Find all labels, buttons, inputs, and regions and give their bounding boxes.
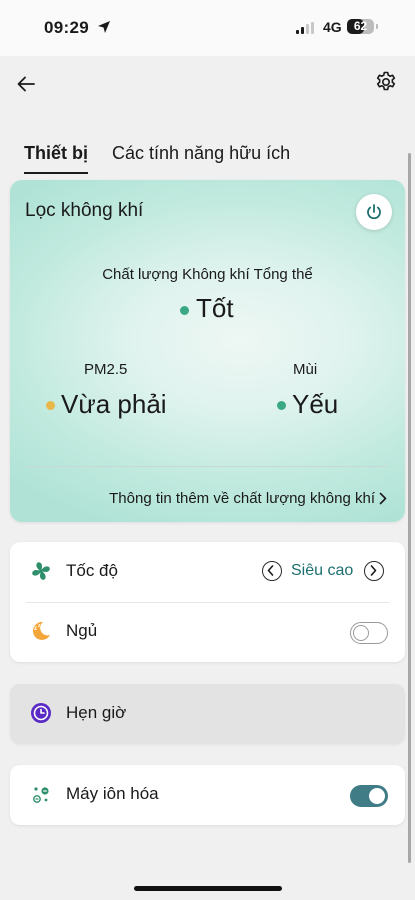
battery-cap: [376, 24, 378, 29]
odor-label: Mùi: [293, 361, 318, 378]
toggle-knob: [353, 624, 369, 641]
air-quality-card: Lọc không khí Chất lượng Không khí Tổng …: [10, 180, 405, 522]
timer-card[interactable]: Hẹn giờ: [10, 684, 405, 744]
tab-devices[interactable]: Thiết bị: [24, 142, 88, 174]
network-type: 4G: [323, 19, 342, 35]
ionizer-label: Máy iôn hóa: [66, 784, 159, 803]
speed-value: Siêu cao: [291, 562, 354, 579]
gear-icon[interactable]: [374, 70, 398, 94]
home-indicator: [134, 886, 282, 891]
power-icon: [367, 204, 381, 220]
fan-icon: [32, 562, 50, 580]
back-arrow-icon[interactable]: [14, 72, 38, 96]
status-bar: 09:29 4G 62: [0, 0, 415, 56]
tab-useful-features[interactable]: Các tính năng hữu ích: [112, 142, 290, 164]
speed-decrease-button[interactable]: [262, 561, 282, 581]
ionizer-icon: [33, 787, 49, 803]
power-button[interactable]: [356, 194, 392, 230]
chevron-right-icon: [379, 492, 387, 505]
nav-bar: [0, 56, 415, 116]
battery-level: 62: [353, 19, 368, 33]
battery-icon: 62: [347, 19, 374, 34]
pm25-status-dot: [46, 401, 55, 410]
speed-label: Tốc độ: [66, 561, 118, 580]
air-purifier-title: Lọc không khí: [25, 200, 144, 221]
toggle-knob: [369, 788, 385, 804]
overall-air-quality-label: Chất lượng Không khí Tổng thể: [102, 266, 313, 283]
speed-increase-button[interactable]: [364, 561, 384, 581]
chevron-right-icon: [370, 565, 377, 576]
sleep-toggle[interactable]: [350, 622, 388, 644]
more-info-label: Thông tin thêm về chất lượng không khí: [109, 490, 375, 507]
more-air-quality-info-link[interactable]: Thông tin thêm về chất lượng không khí: [109, 490, 387, 507]
sleep-label: Ngủ: [66, 621, 98, 640]
pm25-value: Vừa phải: [61, 389, 167, 419]
overall-status-dot: [180, 306, 189, 315]
speed-row: Tốc độ Siêu cao: [10, 542, 405, 603]
sleep-moon-icon: z z: [32, 621, 50, 640]
timer-label: Hẹn giờ: [66, 703, 127, 722]
status-time: 09:29: [44, 18, 89, 37]
cellular-signal-icon: [296, 22, 318, 34]
svg-text:z: z: [34, 626, 37, 632]
fan-controls-card: Tốc độ Siêu cao z z Ngủ: [10, 542, 405, 662]
overall-air-quality-value: Tốt: [196, 293, 234, 323]
odor-status-dot: [277, 401, 286, 410]
clock-icon: [31, 703, 51, 723]
tab-bar: Thiết bị Các tính năng hữu ích: [0, 130, 415, 174]
sleep-row: z z Ngủ: [10, 602, 405, 662]
ionizer-card: Máy iôn hóa: [10, 765, 405, 825]
scrollbar[interactable]: [408, 153, 411, 863]
ionizer-toggle[interactable]: [350, 785, 388, 807]
chevron-left-icon: [267, 565, 274, 576]
pm25-label: PM2.5: [84, 361, 128, 378]
location-arrow-icon: [98, 21, 110, 33]
odor-value: Yếu: [292, 389, 339, 419]
card-divider: [26, 466, 389, 467]
